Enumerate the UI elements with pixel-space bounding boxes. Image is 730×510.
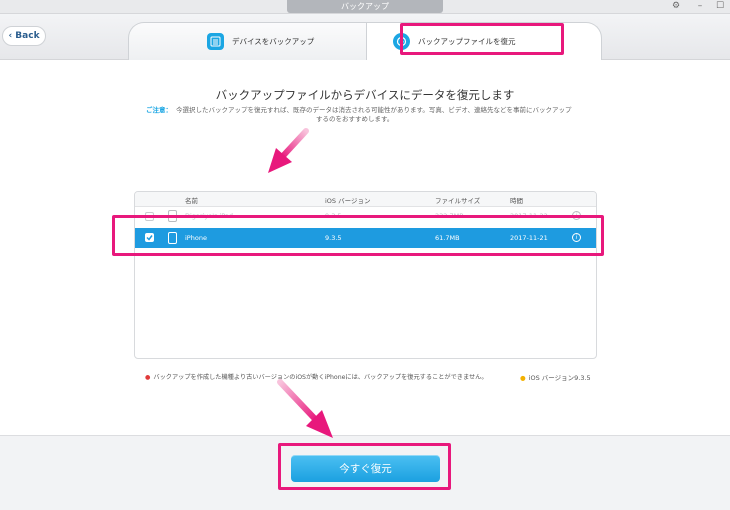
yellow-dot-icon: ● [520,374,526,382]
notice-label: ご注意： [146,106,172,114]
column-time: 時間 [510,197,523,205]
maximize-button[interactable]: ☐ [714,1,726,12]
red-dot-icon: ● [145,374,151,381]
title-bar: バックアップ ⚙ – ☐ [0,0,730,14]
highlight-restore-tab [400,23,564,55]
gear-icon[interactable]: ⚙ [670,1,682,12]
column-name: 名前 [185,197,198,205]
notice-text: ご注意： 今選択したバックアップを復元すれば、既存のデータは消去される可能性があり… [146,106,596,124]
table-header: 名前 iOS バージョン ファイルサイズ 時間 [135,192,596,207]
compatibility-note-text: バックアップを作成した機種より古いバージョンのiOSが動くiPhoneには、バッ… [153,374,488,381]
back-button[interactable]: ‹ Back [2,26,46,46]
chevron-left-icon: ‹ [8,31,13,41]
notice-line-1: 今選択したバックアップを復元すれば、既存のデータは消去される可能性があります。写… [176,106,572,114]
compatibility-note: ● バックアップを作成した機種より古いバージョンのiOSが動くiPhoneには、バ… [145,372,488,381]
header: ‹ Back デバイスをバックアップ バックアップファイルを復元 [0,14,730,60]
highlight-selected-row [112,215,604,256]
window-title: バックアップ [287,0,443,13]
page-title: バックアップファイルからデバイスにデータを復元します [215,88,515,102]
column-file-size: ファイルサイズ [435,197,481,205]
notice-line-2: するのをおすすめします。 [316,115,394,123]
tab-backup-device-label: デバイスをバックアップ [232,37,315,46]
column-ios-version: iOS バージョン [325,197,371,205]
list-icon [207,33,224,50]
highlight-restore-button [278,443,451,490]
device-ios-version-text: iOS バージョン9.3.5 [528,374,591,382]
device-ios-version: ● iOS バージョン9.3.5 [520,372,591,382]
minimize-button[interactable]: – [694,1,706,12]
back-button-label: Back [15,31,40,41]
tab-backup-device[interactable]: デバイスをバックアップ [128,22,368,60]
